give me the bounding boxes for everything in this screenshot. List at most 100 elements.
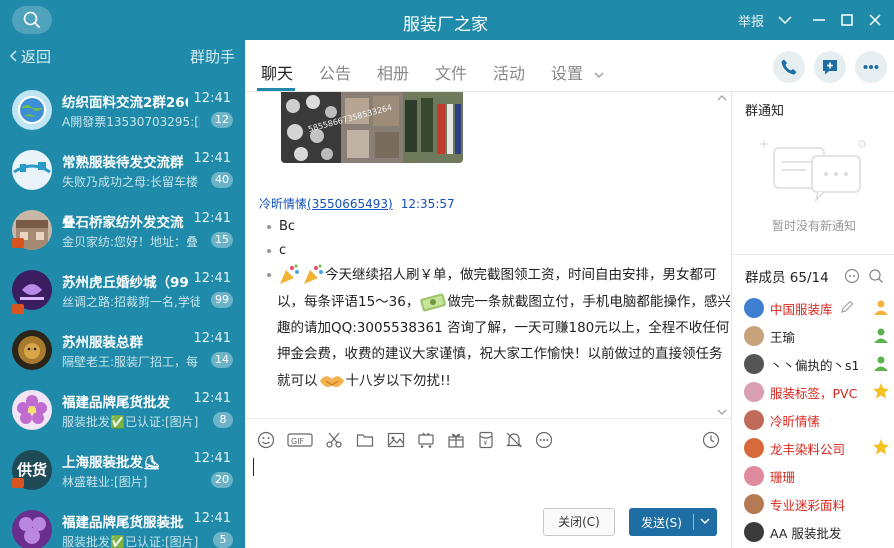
member-avatar[interactable] <box>744 522 764 542</box>
unread-badge: 15 <box>211 232 233 248</box>
member-avatar[interactable] <box>744 410 764 430</box>
session-item[interactable]: 供货 上海服装批发⛸ 12:41 林盛鞋业:[图片] 20 <box>0 440 245 500</box>
session-item[interactable]: 福建品牌尾货服装批 12:41 服装批发✅已认证:[图片] 5 <box>0 500 245 548</box>
member-item[interactable]: 丶丶偏执的丶s1念 <box>742 350 892 378</box>
party-popper-icon <box>280 264 299 284</box>
search-button[interactable] <box>12 6 52 34</box>
back-label: 返回 <box>21 48 52 66</box>
history-clock-icon[interactable] <box>702 431 720 449</box>
member-search-icon[interactable] <box>868 268 884 284</box>
gif-icon[interactable]: GIF <box>287 431 313 449</box>
level-tag-icon <box>12 238 24 248</box>
gift-icon[interactable] <box>447 431 465 449</box>
message-image[interactable]: 58558667358533264 <box>281 92 463 163</box>
chevron-down-icon[interactable] <box>699 516 711 526</box>
group-nav-row: 返回 群助手 <box>0 44 245 70</box>
new-discussion-button[interactable] <box>814 51 846 83</box>
member-item[interactable]: 中国服装库 <box>742 294 892 322</box>
member-role-badge <box>872 326 890 348</box>
message-line-text: Bc <box>279 219 296 234</box>
sender-qq-number[interactable]: (3550665493) <box>307 197 393 211</box>
member-item[interactable]: 服装标签，PVC吊 <box>742 378 892 406</box>
session-avatar[interactable] <box>12 390 52 430</box>
close-icon[interactable] <box>867 12 883 28</box>
member-avatar[interactable] <box>744 438 764 458</box>
member-avatar[interactable] <box>744 494 764 514</box>
member-name: 服装标签，PVC吊 <box>770 386 858 401</box>
member-item[interactable]: 王瑜 <box>742 322 892 350</box>
level-tag-icon <box>12 478 24 488</box>
session-item[interactable]: 苏州服装总群 12:41 隔壁老王:服装厂招工，每 14 <box>0 320 245 380</box>
minimize-icon[interactable] <box>811 12 827 28</box>
session-item[interactable]: 苏州虎丘婚纱城（99 12:41 丝调之路:招裁剪一名,学徒 99 <box>0 260 245 320</box>
notice-empty-text: 暂时没有新通知 <box>772 219 857 233</box>
session-name: 上海服装批发⛸ <box>62 455 161 471</box>
screen-share-icon[interactable] <box>417 431 435 449</box>
emoji-icon[interactable] <box>257 431 275 449</box>
member-name: 冷昕情愫 <box>770 414 821 429</box>
more-tools-icon[interactable] <box>535 431 553 449</box>
session-time: 12:41 <box>193 211 231 226</box>
maximize-icon[interactable] <box>839 12 855 28</box>
sender-name[interactable]: 冷昕情愫 <box>259 197 307 211</box>
tab-files[interactable]: 文件 <box>435 60 467 84</box>
call-button[interactable] <box>773 51 805 83</box>
member-item[interactable]: AA 服装批发 <box>742 518 892 546</box>
message-body-text: 押金会费，收费的建议大家谨慎，祝大家工作愉快！以前做过的直接领任务 <box>277 346 723 362</box>
member-item[interactable]: 冷昕情愫 <box>742 406 892 434</box>
owner-icon <box>874 300 888 315</box>
session-avatar[interactable] <box>12 150 52 190</box>
message-input[interactable]: 关闭(C) 发送(S) <box>245 458 731 548</box>
message-area[interactable]: 58558667358533264 冷昕情愫(3550665493) 12:35:… <box>245 92 731 418</box>
svg-text:¥: ¥ <box>484 440 488 447</box>
mute-bell-icon[interactable] <box>505 431 523 449</box>
session-avatar[interactable] <box>12 510 52 548</box>
scroll-up-icon[interactable] <box>717 94 727 102</box>
session-avatar[interactable] <box>12 330 52 370</box>
session-item[interactable]: 叠石桥家纺外发交流 12:41 金贝家纺:您好！地址：叠 15 <box>0 200 245 260</box>
member-name: 珊珊 <box>770 470 796 485</box>
window-title: 服装厂之家 <box>403 15 488 35</box>
session-item[interactable]: 纺织面料交流2群266 12:41 A開發票13530703295:[图 12 <box>0 80 245 140</box>
close-button[interactable]: 关闭(C) <box>543 508 615 536</box>
session-time: 12:41 <box>193 511 231 526</box>
session-item[interactable]: 常熟服装待发交流群 12:41 失败乃成功之母:长留车楼 40 <box>0 140 245 200</box>
member-avatar[interactable] <box>744 382 764 402</box>
send-button[interactable]: 发送(S) <box>629 508 717 536</box>
member-item[interactable]: 龙丰染料公司 <box>742 434 892 462</box>
member-avatar[interactable] <box>744 466 764 486</box>
unread-badge: 12 <box>211 112 233 128</box>
report-button[interactable]: 举报 <box>738 11 764 30</box>
member-item[interactable]: 专业迷彩面料 <box>742 490 892 518</box>
member-item[interactable]: 珊珊 <box>742 462 892 490</box>
tab-settings[interactable]: 设置 <box>551 60 604 84</box>
message-body-text: 做完一条就截图立付，手机电脑都能操作，感兴 <box>447 294 731 310</box>
scroll-down-icon[interactable] <box>717 408 727 416</box>
member-name: 丶丶偏执的丶s1念 <box>770 358 858 373</box>
scissors-icon[interactable] <box>325 431 343 449</box>
group-helper-button[interactable]: 群助手 <box>190 46 235 67</box>
avatar-text: 供货 <box>16 461 47 479</box>
image-icon[interactable] <box>387 431 405 449</box>
session-item[interactable]: 福建品牌尾货批发 12:41 服装批发✅已认证:[图片] 8 <box>0 380 245 440</box>
session-avatar[interactable] <box>12 90 52 130</box>
chevron-down-icon[interactable] <box>777 12 793 28</box>
member-manage-icon[interactable] <box>844 268 860 284</box>
edit-icon[interactable] <box>840 300 854 318</box>
tab-chat[interactable]: 聊天 <box>261 60 293 84</box>
tab-activity[interactable]: 活动 <box>493 60 525 84</box>
member-avatar[interactable] <box>744 354 764 374</box>
tab-album[interactable]: 相册 <box>377 60 409 84</box>
panel-divider <box>732 254 894 255</box>
more-button[interactable] <box>855 51 887 83</box>
message-sender[interactable]: 冷昕情愫(3550665493) 12:35:57 <box>259 195 455 212</box>
title-bar[interactable]: 服装厂之家 举报 <box>245 0 894 40</box>
folder-icon[interactable] <box>356 431 374 449</box>
member-avatar[interactable] <box>744 326 764 346</box>
tab-announcement[interactable]: 公告 <box>319 60 351 84</box>
chevron-left-icon <box>9 50 17 62</box>
red-packet-icon[interactable]: ¥ <box>477 431 495 449</box>
member-avatar[interactable] <box>744 298 764 318</box>
back-button[interactable]: 返回 <box>9 46 51 67</box>
admin-icon <box>874 356 888 371</box>
